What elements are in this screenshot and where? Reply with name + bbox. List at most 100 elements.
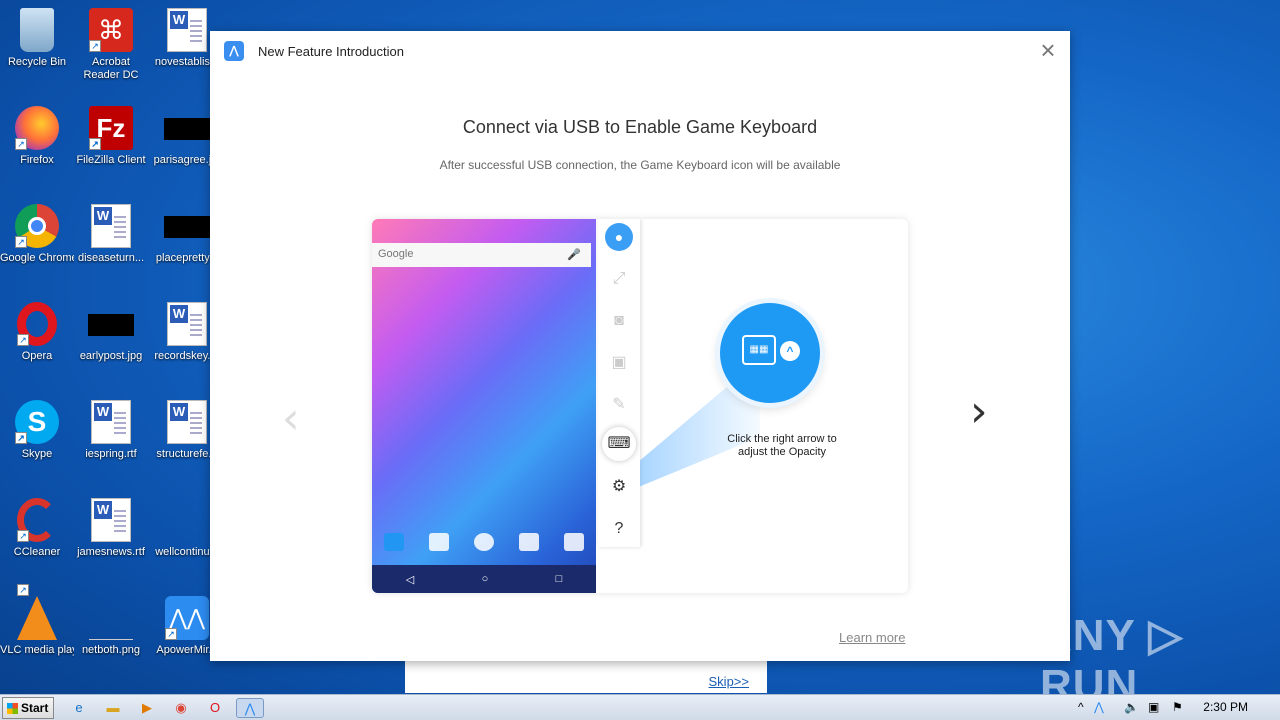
feature-subheading: After successful USB connection, the Gam… (439, 158, 841, 172)
system-tray: ^ ⋀ 🔈 ▣ ⚑ 2:30 PM (1070, 695, 1280, 720)
google-search-bar: Google 🎤 (372, 243, 591, 267)
image-thumbnail-icon (164, 118, 210, 140)
image-thumbnail-icon (164, 216, 210, 238)
camera-app-icon (563, 533, 584, 551)
desktop-icon-jamesnews[interactable]: jamesnews.rtf (74, 498, 148, 559)
back-icon: ◁ (405, 573, 415, 586)
ccleaner-icon: ↗ (17, 498, 57, 542)
chevron-up-icon: ^ (780, 341, 800, 361)
desktop-icon-earlypost[interactable]: earlypost.jpg (74, 302, 148, 363)
word-document-icon (167, 302, 207, 346)
desktop-icon-label: CCleaner (13, 546, 61, 558)
network-icon[interactable]: ▣ (1148, 700, 1159, 714)
desktop-icon-ccleaner[interactable]: ↗ CCleaner (0, 498, 74, 559)
desktop-icon-filezilla[interactable]: Fz ↗ FileZilla Client (74, 106, 148, 167)
desktop-icon-label: Recycle Bin (7, 56, 67, 68)
desktop-icon-label: VLC media player (0, 644, 74, 656)
keyboard-icon: ▦▦ (742, 335, 776, 365)
desktop-icon-netboth[interactable]: netboth.png (74, 596, 148, 657)
desktop-icon-label: Acrobat Reader DC (83, 56, 139, 81)
underlying-window: Skip>> (405, 661, 767, 693)
desktop-icon-firefox[interactable]: ↗ Firefox (0, 106, 74, 167)
chrome-icon: ↗ (15, 204, 59, 248)
clock[interactable]: 2:30 PM (1203, 700, 1248, 714)
new-feature-dialog: ⋀ New Feature Introduction × Connect via… (210, 31, 1070, 661)
help-icon: ? (614, 520, 624, 537)
prev-arrow-button[interactable]: ‹ (282, 393, 300, 444)
fullscreen-icon: ⤢ (612, 270, 626, 287)
record-icon: ▣ (611, 354, 627, 371)
word-document-icon (91, 498, 131, 542)
home-icon: ○ (481, 573, 489, 585)
apowermirror-taskbar-icon[interactable]: ⋀ (236, 698, 264, 718)
game-keyboard-zoom-icon: ▦▦ ^ (720, 303, 820, 403)
contacts-app-icon (429, 533, 450, 551)
app-drawer-icon (473, 533, 494, 551)
desktop-icon-label: Skype (21, 448, 53, 460)
vlc-icon: ↗ (17, 584, 57, 640)
desktop-icon-label: earlypost.jpg (79, 350, 143, 362)
media-player-icon[interactable]: ▶ (136, 698, 158, 718)
phone-screen-image: Google 🎤 ◁ ○ □ (372, 219, 596, 593)
desktop-icon-label: netboth.png (81, 644, 141, 656)
desktop-icon-label: jamesnews.rtf (77, 546, 145, 558)
desktop-icon-iespring[interactable]: iespring.rtf (74, 400, 148, 461)
mirror-toolbar: ● ⤢ ◙ ▣ ✎ ⌨ ⚙ ? (598, 219, 640, 547)
microphone-icon: 🎤 (567, 249, 581, 261)
explorer-icon[interactable]: ▬ (102, 698, 124, 718)
next-arrow-button[interactable]: › (970, 386, 988, 437)
apowermirror-tray-icon[interactable]: ⋀ (1094, 700, 1104, 714)
desktop-icon-vlc[interactable]: ↗ VLC media player (0, 584, 74, 657)
word-document-icon (91, 204, 131, 248)
word-document-icon (91, 400, 131, 444)
phone-dock (372, 527, 596, 557)
settings-icon: ⚙ (611, 478, 627, 495)
google-logo: Google (378, 248, 414, 260)
close-button[interactable]: × (1036, 37, 1060, 63)
start-button[interactable]: Start (2, 697, 54, 719)
desktop-icon-acrobat[interactable]: ⌘ ↗ Acrobat Reader DC (74, 8, 148, 82)
apowermirror-logo-icon: ⋀ (224, 41, 244, 61)
desktop-icon-label: diseaseturn... (77, 252, 145, 264)
opera-taskbar-icon[interactable]: O (204, 698, 226, 718)
desktop-icon-skype[interactable]: S ↗ Skype (0, 400, 74, 461)
skip-link[interactable]: Skip>> (709, 674, 749, 689)
volume-icon[interactable]: 🔈 (1124, 700, 1139, 714)
apowermirror-icon: ⋀⋀ ↗ (165, 596, 209, 640)
learn-more-link[interactable]: Learn more (839, 630, 905, 645)
feature-heading: Connect via USB to Enable Game Keyboard (462, 117, 818, 137)
desktop-icon-label: Opera (21, 350, 53, 362)
dialog-title: New Feature Introduction (258, 44, 404, 59)
android-nav-bar: ◁ ○ □ (372, 565, 596, 593)
messages-app-icon (518, 533, 539, 551)
desktop-icon-opera[interactable]: ↗ Opera (0, 302, 74, 363)
taskbar: Start e ▬ ▶ ◉ O ⋀ ^ ⋀ 🔈 ▣ ⚑ 2:30 PM (0, 694, 1280, 720)
image-thumbnail-icon (89, 596, 133, 640)
draw-icon: ✎ (612, 396, 626, 413)
firefox-icon: ↗ (15, 106, 59, 150)
opacity-hint: Click the right arrow to adjust the Opac… (727, 433, 837, 458)
feature-illustration: Google 🎤 ◁ ○ □ ● ⤢ ◙ ▣ ✎ ⌨ ⚙ ? ▦▦ ^ Clic… (372, 219, 908, 593)
desktop-icon-chrome[interactable]: ↗ Google Chrome (0, 204, 74, 265)
word-document-icon (167, 400, 207, 444)
desktop-icon-label: Firefox (20, 154, 54, 166)
desktop-icon-label: FileZilla Client (76, 154, 146, 166)
ie-icon[interactable]: e (68, 698, 90, 718)
acrobat-icon: ⌘ ↗ (89, 8, 133, 52)
action-center-flag-icon[interactable]: ⚑ (1172, 700, 1183, 714)
opera-icon: ↗ (17, 302, 57, 346)
desktop-icon-label: iespring.rtf (85, 448, 137, 460)
phone-app-icon (384, 533, 405, 551)
desktop-icon-recycle-bin[interactable]: Recycle Bin (0, 8, 74, 69)
recycle-bin-icon (20, 8, 54, 52)
chrome-taskbar-icon[interactable]: ◉ (170, 698, 192, 718)
image-thumbnail-icon (88, 314, 134, 336)
desktop-icon-diseaseturn[interactable]: diseaseturn... (74, 204, 148, 265)
screenshot-icon: ◙ (614, 312, 624, 329)
tray-expand-icon[interactable]: ^ (1078, 700, 1084, 714)
recents-icon: □ (555, 573, 563, 585)
word-document-icon (167, 8, 207, 52)
desktop-icon-label: Google Chrome (0, 252, 74, 264)
user-icon: ● (605, 223, 633, 251)
filezilla-icon: Fz ↗ (89, 106, 133, 150)
